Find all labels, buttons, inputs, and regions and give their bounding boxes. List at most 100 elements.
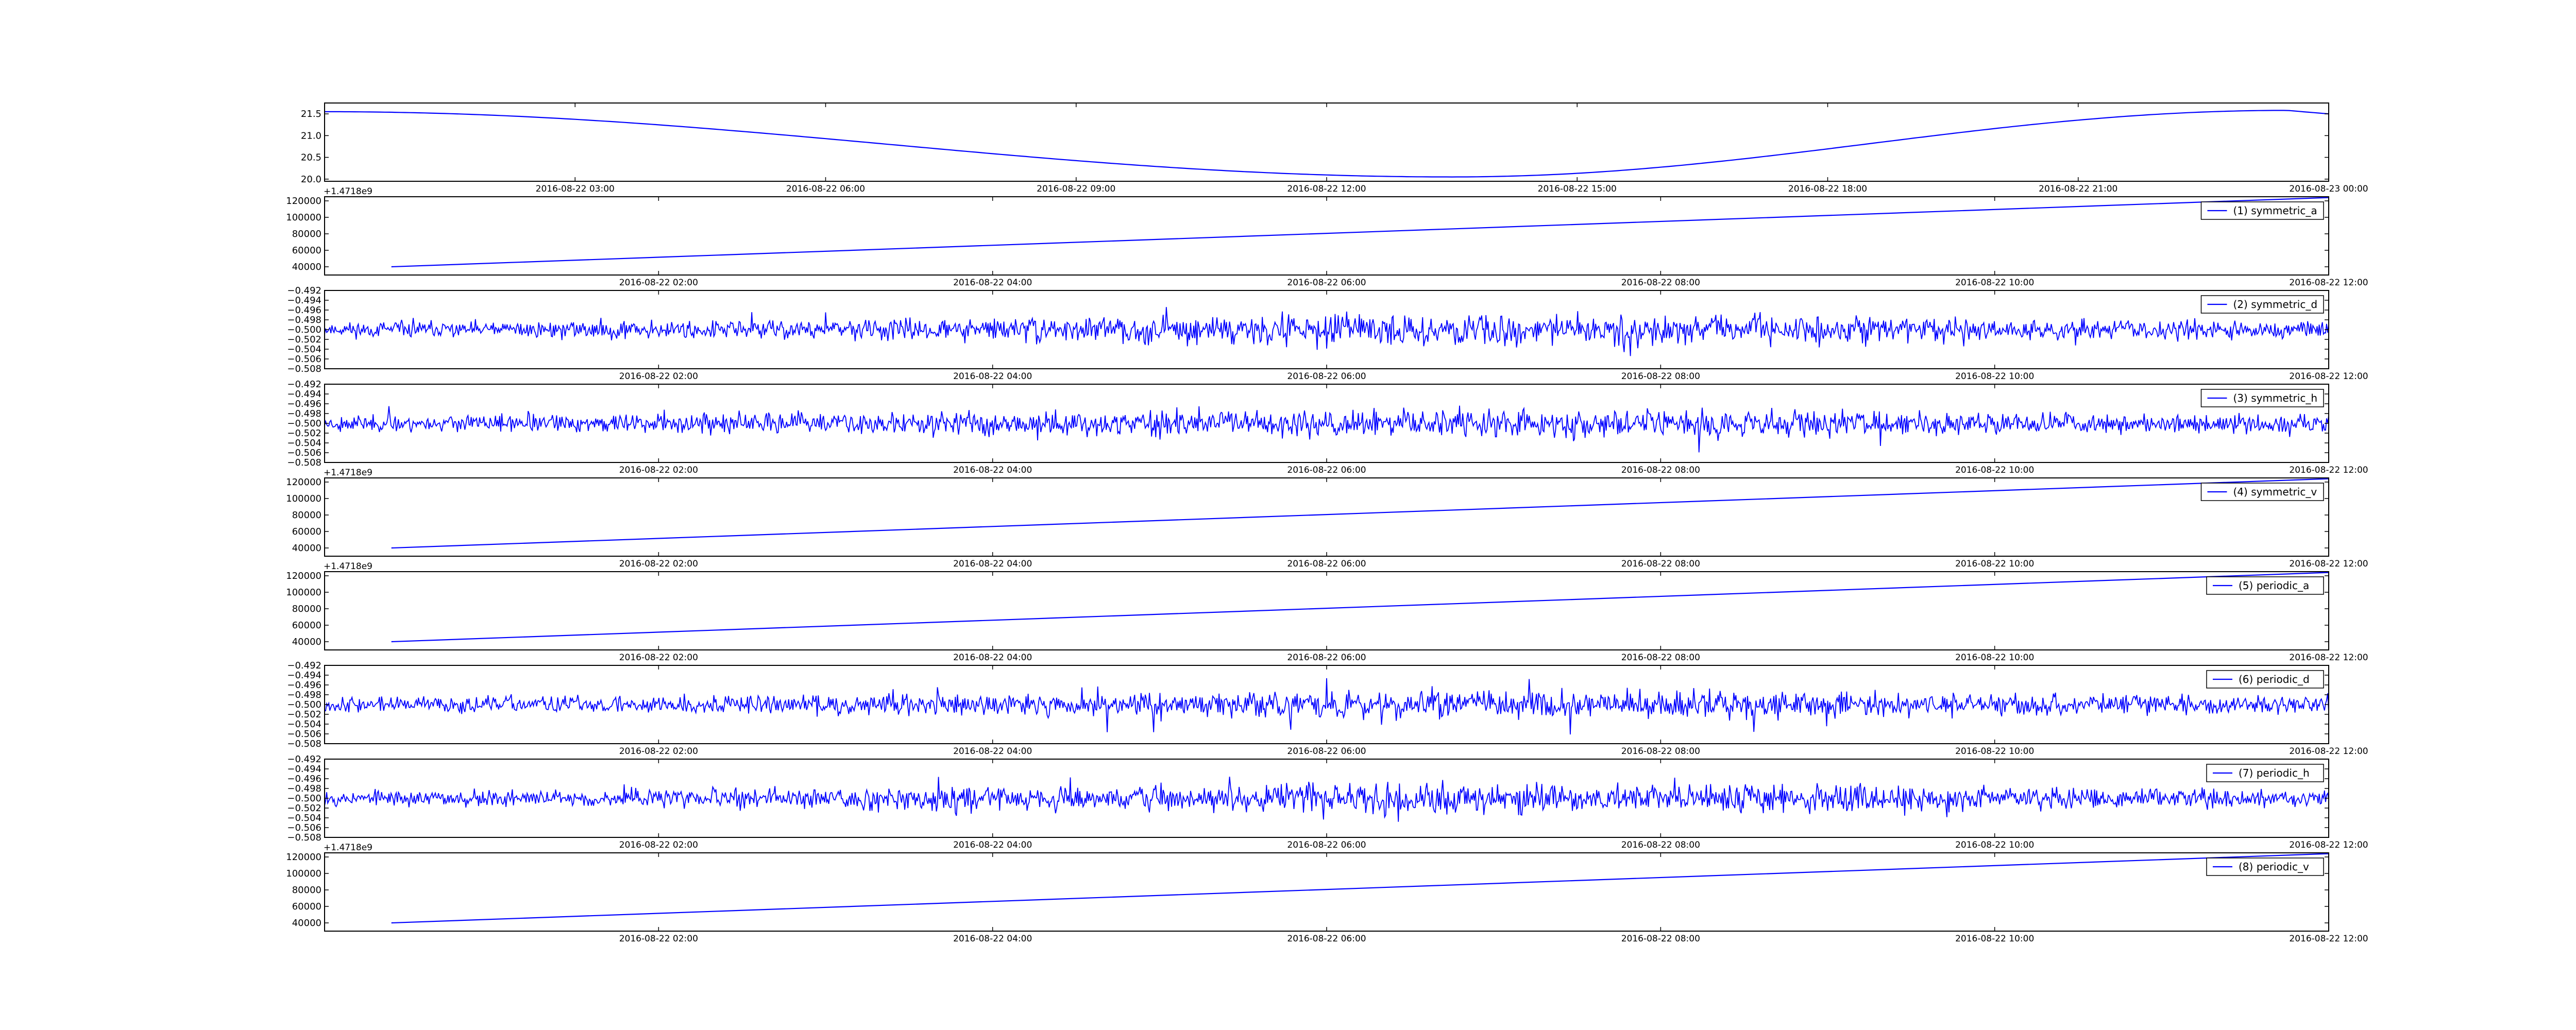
xtick-label: 2016-08-22 10:00 [1955,559,2034,569]
xtick-label: 2016-08-22 10:00 [1955,840,2034,850]
ytick-label: −0.498 [287,783,321,794]
ytick-label: −0.502 [287,709,321,720]
xtick-label: 2016-08-22 04:00 [953,371,1032,382]
xtick-label: 2016-08-22 04:00 [953,746,1032,757]
legend-4: (4) symmetric_v [2200,483,2324,501]
ytick-label: 60000 [292,526,321,537]
ytick-label: 100000 [286,493,321,504]
xtick-label: 2016-08-22 02:00 [619,559,698,569]
xtick-label: 2016-08-22 12:00 [2289,746,2368,757]
ytick-label: −0.502 [287,334,321,345]
xtick-label: 2016-08-22 02:00 [619,371,698,382]
ytick-label: 100000 [286,212,321,223]
ytick-label: 80000 [292,229,321,239]
chart-figure: 20.0 20.5 21.0 21.5 2016-08-22 03:00 2016-08-… [0,0,2576,1030]
xtick-label: 2016-08-22 10:00 [1955,465,2034,475]
ytick-label: 20.5 [301,152,321,163]
ytick-label: −0.494 [287,295,321,306]
xtick-label: 2016-08-22 10:00 [1955,934,2034,944]
xtick-label: 2016-08-23 00:00 [2289,184,2368,194]
legend-label: (5) periodic_a [2239,579,2309,592]
legend-label: (4) symmetric_v [2233,486,2317,498]
xtick-label: 2016-08-22 12:00 [1287,184,1366,194]
ytick-label: −0.504 [287,344,321,355]
xtick-label: 2016-08-22 08:00 [1621,278,1700,288]
ytick-label: −0.498 [287,690,321,700]
xtick-label: 2016-08-22 06:00 [1287,746,1366,757]
xtick-label: 2016-08-22 10:00 [1955,746,2034,757]
xtick-label: 2016-08-22 10:00 [1955,653,2034,663]
legend-label: (1) symmetric_a [2233,204,2317,217]
legend-2: (2) symmetric_d [2200,295,2324,314]
ytick-label: −0.508 [287,364,321,374]
xtick-label: 2016-08-22 08:00 [1621,934,1700,944]
xtick-label: 2016-08-22 08:00 [1621,371,1700,382]
legend-6: (6) periodic_d [2206,670,2324,689]
ytick-label: −0.496 [287,305,321,316]
xtick-label: 2016-08-22 06:00 [1287,465,1366,475]
ytick-label: −0.496 [287,399,321,409]
xtick-label: 2016-08-22 12:00 [2289,840,2368,850]
xtick-label: 2016-08-22 18:00 [1788,184,1867,194]
legend-label: (8) periodic_v [2239,861,2309,873]
ytick-label: −0.500 [287,793,321,804]
xtick-label: 2016-08-22 15:00 [1538,184,1617,194]
offset-text: +1.4718e9 [324,561,372,572]
ytick-label: −0.494 [287,389,321,400]
legend-3: (3) symmetric_h [2200,389,2324,407]
legend-label: (3) symmetric_h [2233,392,2318,404]
legend-5: (5) periodic_a [2206,576,2324,595]
ytick-label: −0.500 [287,418,321,429]
ytick-label: 60000 [292,245,321,256]
xtick-label: 2016-08-22 06:00 [786,184,865,194]
ytick-label: 120000 [286,477,321,488]
offset-text: +1.4718e9 [324,843,372,853]
ytick-label: −0.498 [287,408,321,419]
ytick-label: −0.508 [287,832,321,843]
xtick-label: 2016-08-22 02:00 [619,653,698,663]
ytick-label: 40000 [292,262,321,272]
xtick-label: 2016-08-22 04:00 [953,840,1032,850]
xtick-label: 2016-08-22 10:00 [1955,371,2034,382]
xtick-label: 2016-08-22 12:00 [2289,559,2368,569]
ytick-label: −0.504 [287,813,321,823]
xtick-label: 2016-08-22 10:00 [1955,278,2034,288]
ytick-label: 21.5 [301,109,321,119]
ytick-label: 80000 [292,510,321,521]
offset-text: +1.4718e9 [324,186,372,197]
ytick-label: −0.506 [287,448,321,458]
xtick-label: 2016-08-22 12:00 [2289,934,2368,944]
ytick-label: −0.502 [287,803,321,814]
xtick-label: 2016-08-22 12:00 [2289,371,2368,382]
ytick-label: 60000 [292,620,321,631]
ytick-label: −0.498 [287,315,321,325]
legend-7: (7) periodic_h [2206,764,2324,782]
ytick-label: 21.0 [301,130,321,141]
ytick-label: −0.494 [287,670,321,681]
ytick-label: −0.500 [287,699,321,710]
ytick-label: −0.492 [287,285,321,296]
ytick-label: −0.506 [287,729,321,740]
legend-label: (6) periodic_d [2239,673,2310,685]
ytick-label: −0.500 [287,324,321,335]
xtick-label: 2016-08-22 12:00 [2289,465,2368,475]
ytick-label: 20.0 [301,174,321,185]
xtick-label: 2016-08-22 02:00 [619,465,698,475]
legend-label: (2) symmetric_d [2233,298,2318,311]
xtick-label: 2016-08-22 04:00 [953,934,1032,944]
legend-1: (1) symmetric_a [2200,201,2324,220]
ytick-label: 40000 [292,637,321,647]
ytick-label: 120000 [286,196,321,207]
xtick-label: 2016-08-22 03:00 [536,184,615,194]
xtick-label: 2016-08-22 09:00 [1037,184,1115,194]
ytick-label: −0.492 [287,754,321,765]
xtick-label: 2016-08-22 02:00 [619,934,698,944]
ytick-label: 40000 [292,918,321,929]
ytick-label: 80000 [292,604,321,614]
ytick-label: −0.494 [287,764,321,775]
legend-label: (7) periodic_h [2239,767,2310,779]
xtick-label: 2016-08-22 08:00 [1621,840,1700,850]
xtick-label: 2016-08-22 04:00 [953,278,1032,288]
xtick-label: 2016-08-22 06:00 [1287,653,1366,663]
xtick-label: 2016-08-22 08:00 [1621,746,1700,757]
